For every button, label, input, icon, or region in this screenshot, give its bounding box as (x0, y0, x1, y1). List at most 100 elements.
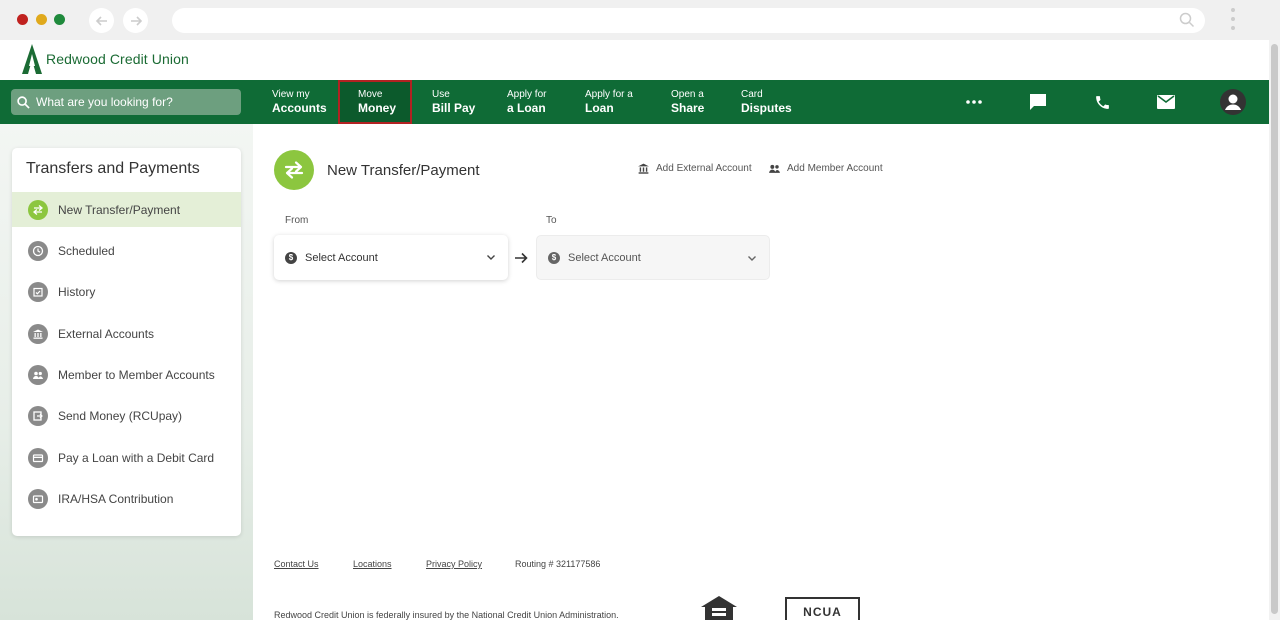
add-member-account-link[interactable]: Add Member Account (768, 162, 883, 175)
nav-label-line2: Bill Pay (432, 101, 476, 115)
address-bar[interactable] (172, 8, 1205, 33)
transfers-sidebar: Transfers and Payments New Transfer/Paym… (12, 148, 241, 536)
people-icon (28, 364, 48, 385)
nav-label-line1: Card (741, 89, 763, 100)
maximize-window-button[interactable] (54, 14, 65, 25)
chat-button[interactable] (1026, 90, 1050, 114)
sidebar-item-scheduled[interactable]: Scheduled (12, 233, 241, 268)
more-button[interactable] (962, 90, 986, 114)
locations-link[interactable]: Locations (353, 559, 392, 569)
to-label: To (546, 215, 557, 226)
ncua-logo-text: NCUA (803, 605, 842, 619)
browser-menu-button[interactable] (1229, 8, 1237, 34)
sidebar-item-label: Scheduled (58, 243, 115, 258)
sidebar-item-ira-hsa[interactable]: IRA/HSA Contribution (12, 481, 241, 516)
sidebar-item-label: External Accounts (58, 326, 155, 341)
browser-chrome (0, 0, 1280, 40)
dollar-icon: $ (548, 251, 560, 264)
add-member-account-label: Add Member Account (787, 163, 883, 174)
phone-button[interactable] (1090, 90, 1114, 114)
sidebar-item-history[interactable]: History (12, 274, 241, 309)
more-icon (966, 100, 982, 104)
phone-icon (1095, 95, 1109, 109)
close-window-button[interactable] (17, 14, 28, 25)
sidebar-item-send-money[interactable]: Send Money (RCUpay) (12, 398, 241, 433)
add-external-account-link[interactable]: Add External Account (637, 162, 752, 175)
browser-forward-button[interactable] (123, 8, 148, 33)
top-navigation: View my Accounts Move Money Use Bill Pay… (0, 80, 1269, 124)
arrow-right-icon (130, 15, 142, 26)
home-logo-link[interactable]: Redwood Credit Union (22, 44, 189, 74)
sidebar-item-pay-loan-debit[interactable]: Pay a Loan with a Debit Card (12, 440, 241, 475)
nav-label-line2: Money (358, 101, 397, 115)
nav-label-line1: Apply for a (585, 89, 633, 100)
ncua-logo: NCUA (785, 597, 860, 620)
minimize-window-button[interactable] (36, 14, 47, 25)
from-account-select[interactable]: $ Select Account (274, 235, 508, 280)
nav-label-line2: Share (671, 101, 705, 115)
arrow-right-icon (515, 252, 528, 264)
ncua-disclaimer: Redwood Credit Union is federally insure… (274, 610, 619, 620)
nav-card-disputes[interactable]: Card Disputes (737, 80, 796, 124)
nav-label-line1: Move (358, 89, 383, 100)
site-search[interactable] (11, 89, 241, 115)
to-account-select[interactable]: $ Select Account (536, 235, 770, 280)
nav-label-line1: View my (272, 89, 310, 100)
bank-icon (638, 163, 649, 174)
from-account-value: Select Account (305, 251, 378, 264)
browser-back-button[interactable] (89, 8, 114, 33)
routing-number: Routing # 321177586 (515, 559, 601, 569)
sidebar-title: Transfers and Payments (26, 160, 200, 177)
calendar-check-icon (28, 281, 48, 302)
nav-move-money[interactable]: Move Money (338, 80, 412, 124)
search-icon (1179, 12, 1195, 28)
chevron-down-icon (748, 256, 756, 261)
send-money-icon (28, 405, 48, 426)
chevron-down-icon (487, 255, 495, 260)
nav-label-line2: Accounts (272, 101, 327, 115)
scrollbar-thumb[interactable] (1271, 44, 1278, 614)
people-icon (769, 164, 780, 173)
contribution-icon (28, 488, 48, 509)
bank-icon (28, 323, 48, 344)
add-external-account-label: Add External Account (656, 163, 752, 174)
sidebar-item-new-transfer[interactable]: New Transfer/Payment (12, 192, 241, 227)
account-icon (1225, 94, 1241, 110)
nav-apply-loan[interactable]: Apply for a Loan (503, 80, 550, 124)
nav-label-line2: Loan (585, 101, 614, 115)
sidebar-item-label: Member to Member Accounts (58, 367, 215, 382)
privacy-policy-link[interactable]: Privacy Policy (426, 559, 482, 569)
sidebar-item-label: Send Money (RCUpay) (58, 408, 183, 423)
nav-view-accounts[interactable]: View my Accounts (268, 80, 331, 124)
nav-apply-for-a-loan[interactable]: Apply for a Loan (581, 80, 637, 124)
brand-name: Redwood Credit Union (46, 51, 189, 67)
transfer-icon (28, 199, 48, 220)
nav-label-line1: Use (432, 89, 450, 100)
account-menu-button[interactable] (1220, 89, 1246, 115)
nav-bill-pay[interactable]: Use Bill Pay (428, 80, 479, 124)
nav-label-line2: a Loan (507, 101, 546, 115)
contact-us-link[interactable]: Contact Us (274, 559, 319, 569)
nav-label-line2: Disputes (741, 101, 792, 115)
equal-housing-lender-icon (701, 596, 737, 620)
nav-label-line1: Apply for (507, 89, 547, 100)
card-icon (28, 447, 48, 468)
mail-button[interactable] (1154, 90, 1178, 114)
dollar-icon: $ (285, 251, 297, 264)
sidebar-item-external-accounts[interactable]: External Accounts (12, 316, 241, 351)
to-account-value: Select Account (568, 251, 641, 264)
sidebar-item-label: IRA/HSA Contribution (58, 491, 174, 506)
page-scrollbar[interactable] (1269, 40, 1280, 620)
search-input[interactable] (36, 95, 226, 109)
logo-row: Redwood Credit Union (0, 40, 1269, 80)
from-label: From (285, 215, 309, 226)
nav-label-line1: Open a (671, 89, 704, 100)
page-title: New Transfer/Payment (327, 162, 480, 179)
sidebar-item-member-to-member[interactable]: Member to Member Accounts (12, 357, 241, 392)
arrow-left-icon (95, 15, 107, 26)
mail-icon (1157, 95, 1175, 109)
nav-open-share[interactable]: Open a Share (667, 80, 708, 124)
chat-icon (1030, 94, 1046, 110)
redwood-tree-logo-icon (22, 44, 42, 74)
search-icon (17, 95, 30, 109)
